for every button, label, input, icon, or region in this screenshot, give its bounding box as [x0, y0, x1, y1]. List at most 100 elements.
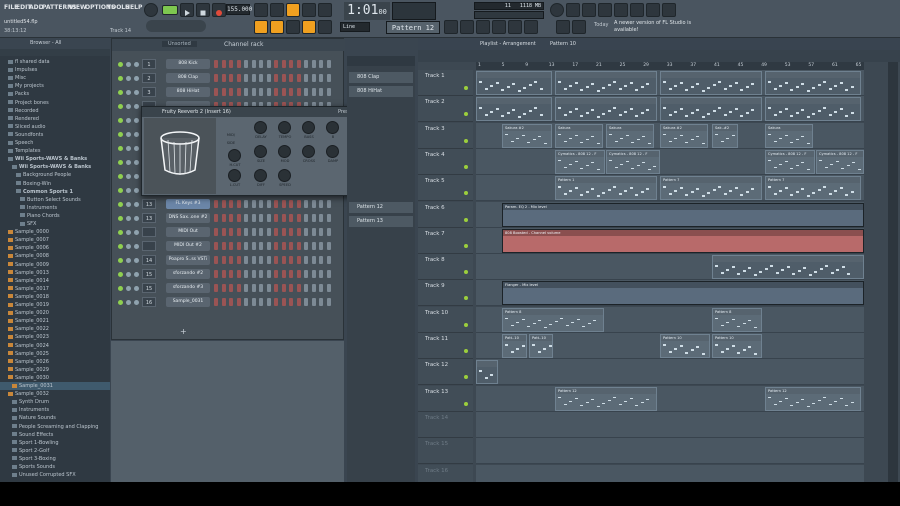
track-lane[interactable] — [476, 464, 864, 482]
step-button[interactable] — [214, 284, 218, 292]
channel-mixer-track[interactable]: 13 — [142, 199, 156, 209]
step-button[interactable] — [229, 214, 233, 222]
track-lane[interactable] — [476, 411, 864, 438]
channel-knob[interactable] — [126, 90, 131, 95]
channel-knob[interactable] — [126, 244, 131, 249]
pattern-clip[interactable]: Pattern 10 — [712, 334, 762, 358]
browser-item[interactable]: Sample_0008 — [0, 252, 110, 260]
step-button[interactable] — [289, 74, 293, 82]
step-button[interactable] — [281, 298, 286, 306]
step-button[interactable] — [304, 74, 308, 82]
step-button[interactable] — [311, 200, 316, 208]
step-button[interactable] — [236, 214, 241, 222]
step-button[interactable] — [244, 298, 248, 306]
playlist-ruler[interactable]: 1 5 9 13 17 21 25 29 33 37 41 45 49 53 57 61 65 — [476, 62, 864, 70]
step-button[interactable] — [296, 214, 301, 222]
track-mute-led[interactable] — [464, 270, 468, 275]
pattern-clip[interactable] — [555, 97, 657, 122]
reverb-knob-size[interactable] — [254, 145, 267, 158]
step-button[interactable] — [296, 200, 301, 208]
browser-item[interactable]: Recorded — [0, 107, 110, 115]
track-lane[interactable] — [476, 70, 864, 96]
channel-name-button[interactable]: MIDI Out #2 — [166, 241, 210, 251]
channel-mute-led[interactable] — [118, 202, 123, 207]
step-button[interactable] — [266, 256, 271, 264]
reverb-knob-damp[interactable] — [326, 145, 339, 158]
step-button[interactable] — [326, 214, 331, 222]
pattern-clip[interactable] — [476, 360, 498, 385]
browser-item[interactable]: Packs — [0, 90, 110, 98]
step-button[interactable] — [244, 60, 248, 68]
browser-item[interactable]: Project bones — [0, 99, 110, 107]
browser-item[interactable]: Common Sports 1 — [0, 188, 110, 196]
track-header[interactable]: Track 9 — [418, 280, 473, 307]
step-button[interactable] — [259, 60, 263, 68]
browser-item[interactable]: Sample_0020 — [0, 309, 110, 317]
step-button[interactable] — [236, 200, 241, 208]
pattern-clip[interactable] — [555, 71, 657, 95]
pattern-clip[interactable]: Patt..10 — [502, 334, 527, 358]
channel-mute-led[interactable] — [118, 216, 123, 221]
step-button[interactable] — [236, 228, 241, 236]
reverb-knob-tempo[interactable] — [278, 121, 291, 134]
pattern-clip[interactable] — [765, 71, 861, 95]
channel-name-button[interactable]: MIDI Out — [166, 227, 210, 237]
automation-clip[interactable]: Param. EQ 2 - Mix level — [502, 202, 864, 227]
browser-item[interactable]: Wii Sports-WAVS & Banks — [0, 163, 110, 171]
step-button[interactable] — [229, 298, 233, 306]
mixer-icon[interactable] — [598, 3, 612, 17]
pattern-clip[interactable] — [476, 97, 552, 122]
browser-item[interactable]: Sample_0030 — [0, 374, 110, 382]
menu-view[interactable]: VIEW — [69, 4, 87, 11]
step-button[interactable] — [311, 242, 316, 250]
step-button[interactable] — [221, 298, 226, 306]
step-button[interactable] — [326, 200, 331, 208]
step-button[interactable] — [274, 214, 278, 222]
track-header[interactable]: Track 12 — [418, 359, 473, 386]
step-button[interactable] — [244, 284, 248, 292]
step-button[interactable] — [304, 242, 308, 250]
step-button[interactable] — [319, 200, 323, 208]
track-mute-led[interactable] — [464, 296, 468, 301]
step-button[interactable] — [319, 270, 323, 278]
track-lane[interactable]: Flanger - Mix level — [476, 280, 864, 307]
step-button[interactable] — [304, 88, 308, 96]
step-button[interactable] — [244, 74, 248, 82]
step-button[interactable] — [304, 228, 308, 236]
step-button[interactable] — [251, 256, 256, 264]
channel-knob[interactable] — [134, 104, 139, 109]
channel-mixer-track[interactable]: 16 — [142, 297, 156, 307]
browser-item[interactable]: Sample_0032 — [0, 390, 110, 398]
track-header[interactable]: Track 16 — [418, 464, 473, 482]
news-icon[interactable] — [646, 3, 660, 17]
step-button[interactable] — [251, 88, 256, 96]
browser-item[interactable]: Sample_0025 — [0, 350, 110, 358]
pattern-item[interactable]: Pattern 12 — [349, 202, 413, 213]
step-button[interactable] — [326, 60, 331, 68]
browser-item[interactable]: Sample_0007 — [0, 236, 110, 244]
record-button[interactable] — [212, 3, 226, 17]
step-button[interactable] — [266, 74, 271, 82]
channel-knob[interactable] — [126, 174, 131, 179]
blend-recording-button[interactable] — [302, 3, 316, 17]
step-button[interactable] — [236, 242, 241, 250]
loop-recording-button[interactable] — [318, 3, 332, 17]
track-mute-led[interactable] — [464, 112, 468, 117]
step-button[interactable] — [319, 74, 323, 82]
step-button[interactable] — [214, 60, 218, 68]
step-button[interactable] — [281, 228, 286, 236]
pattern-item[interactable]: Pattern 13 — [349, 216, 413, 227]
channel-mixer-track[interactable]: 3 — [142, 87, 156, 97]
channel-knob[interactable] — [126, 146, 131, 151]
step-button[interactable] — [319, 256, 323, 264]
browser-item[interactable]: Instruments — [0, 406, 110, 414]
channel-mixer-track[interactable]: 13 — [142, 213, 156, 223]
step-button[interactable] — [266, 214, 271, 222]
browser-item[interactable]: Sample_0009 — [0, 261, 110, 269]
browser-item[interactable]: Sliced audio — [0, 123, 110, 131]
channel-mute-led[interactable] — [118, 118, 123, 123]
channel-mute-led[interactable] — [118, 174, 123, 179]
step-button[interactable] — [259, 270, 263, 278]
step-button[interactable] — [274, 88, 278, 96]
track-lane[interactable] — [476, 438, 864, 465]
